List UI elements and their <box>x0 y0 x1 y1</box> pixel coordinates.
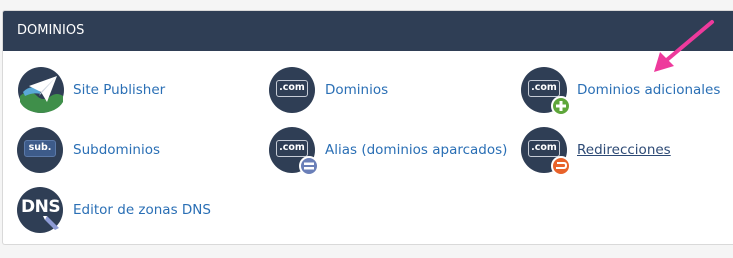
subdomains-link[interactable]: sub. Subdominios <box>17 124 160 176</box>
sub-badge: sub. <box>24 140 56 157</box>
aliases-icon: .com <box>269 126 319 176</box>
dns-zone-editor-icon: DNS <box>17 186 65 234</box>
subdomains-label: Subdominios <box>73 142 161 158</box>
domains-panel: DOMINIOS Site Publisher .com Dominios .c… <box>2 10 733 245</box>
dns-zone-editor-link[interactable]: DNS Editor de zonas DNS <box>17 184 211 236</box>
annotation-arrow-icon <box>654 20 714 72</box>
redirects-label: Redirecciones <box>577 142 671 158</box>
redirects-link[interactable]: .com Redirecciones <box>521 124 671 176</box>
com-badge: .com <box>528 140 560 157</box>
dominios-label: Dominios <box>325 82 389 98</box>
pencil-icon <box>43 216 59 230</box>
site-publisher-label: Site Publisher <box>73 82 166 98</box>
addon-domains-icon: .com <box>521 66 571 116</box>
addon-domains-label: Dominios adicionales <box>577 82 721 98</box>
site-publisher-icon <box>17 66 65 114</box>
dominios-link[interactable]: .com Dominios <box>269 64 388 116</box>
aliases-label: Alias (dominios aparcados) <box>325 142 508 158</box>
site-publisher-link[interactable]: Site Publisher <box>17 64 165 116</box>
redirects-icon: .com <box>521 126 571 176</box>
aliases-link[interactable]: .com Alias (dominios aparcados) <box>269 124 507 176</box>
com-badge: .com <box>276 80 308 97</box>
com-badge: .com <box>276 140 308 157</box>
equals-icon <box>299 156 319 176</box>
dns-zone-editor-label: Editor de zonas DNS <box>73 202 211 218</box>
subdomains-icon: sub. <box>17 126 65 174</box>
dominios-icon: .com <box>269 66 317 114</box>
redirect-arrow-icon <box>551 156 571 176</box>
plus-icon <box>551 96 571 116</box>
panel-title: DOMINIOS <box>3 11 733 51</box>
com-badge: .com <box>528 80 560 97</box>
